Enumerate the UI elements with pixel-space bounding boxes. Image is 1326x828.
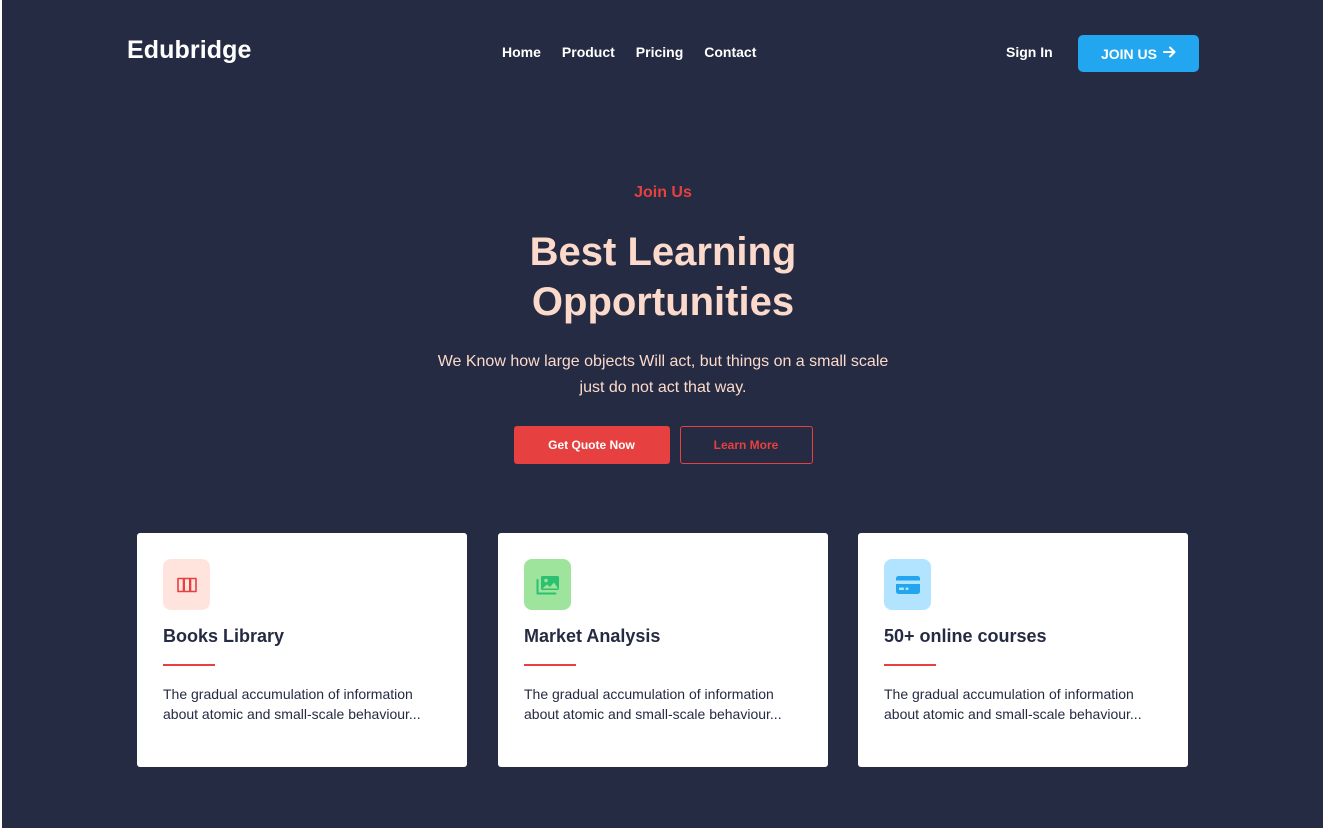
card-description: The gradual accumulation of information …	[884, 686, 1142, 722]
card-title: Books Library	[163, 626, 285, 646]
arrow-right-icon	[1163, 46, 1176, 61]
credit-card-icon	[884, 559, 931, 610]
hero-actions: Get Quote Now Learn More	[0, 426, 1326, 464]
main-nav: Home Product Pricing Contact	[502, 44, 756, 60]
card-divider	[884, 664, 936, 666]
sign-in-link[interactable]: Sign In	[1006, 44, 1053, 60]
nav-product[interactable]: Product	[562, 44, 615, 60]
card-divider	[524, 664, 576, 666]
join-us-label: JOIN US	[1100, 45, 1157, 62]
feature-card-online-courses: 50+ online courses The gradual accumulat…	[858, 533, 1188, 767]
hero-headline: Best Learning Opportunities	[0, 227, 1326, 327]
hero-eyebrow: Join Us	[634, 184, 692, 201]
feature-card-books-library: Books Library The gradual accumulation o…	[137, 533, 467, 767]
card-description: The gradual accumulation of information …	[524, 686, 782, 722]
hero-subtitle: We Know how large objects Will act, but …	[437, 353, 889, 396]
feature-card-market-analysis: Market Analysis The gradual accumulation…	[498, 533, 828, 767]
hero-headline-line1: Best Learning	[529, 230, 797, 274]
nav-pricing[interactable]: Pricing	[636, 44, 683, 60]
hero-section: Join Us Best Learning Opportunities We K…	[0, 184, 1326, 464]
hero-headline-line2: Opportunities	[531, 280, 795, 324]
get-quote-button[interactable]: Get Quote Now	[513, 426, 670, 464]
brand-logo[interactable]: Edubridge	[127, 36, 252, 65]
join-us-button[interactable]: JOIN US	[1078, 35, 1199, 72]
gallery-icon	[524, 559, 571, 610]
nav-home[interactable]: Home	[502, 44, 541, 60]
card-title: Market Analysis	[524, 626, 661, 646]
card-description: The gradual accumulation of information …	[163, 686, 421, 722]
learn-more-button[interactable]: Learn More	[679, 426, 813, 464]
nav-contact[interactable]: Contact	[704, 44, 756, 60]
card-divider	[163, 664, 215, 666]
card-title: 50+ online courses	[884, 626, 1047, 646]
book-icon	[163, 559, 210, 610]
